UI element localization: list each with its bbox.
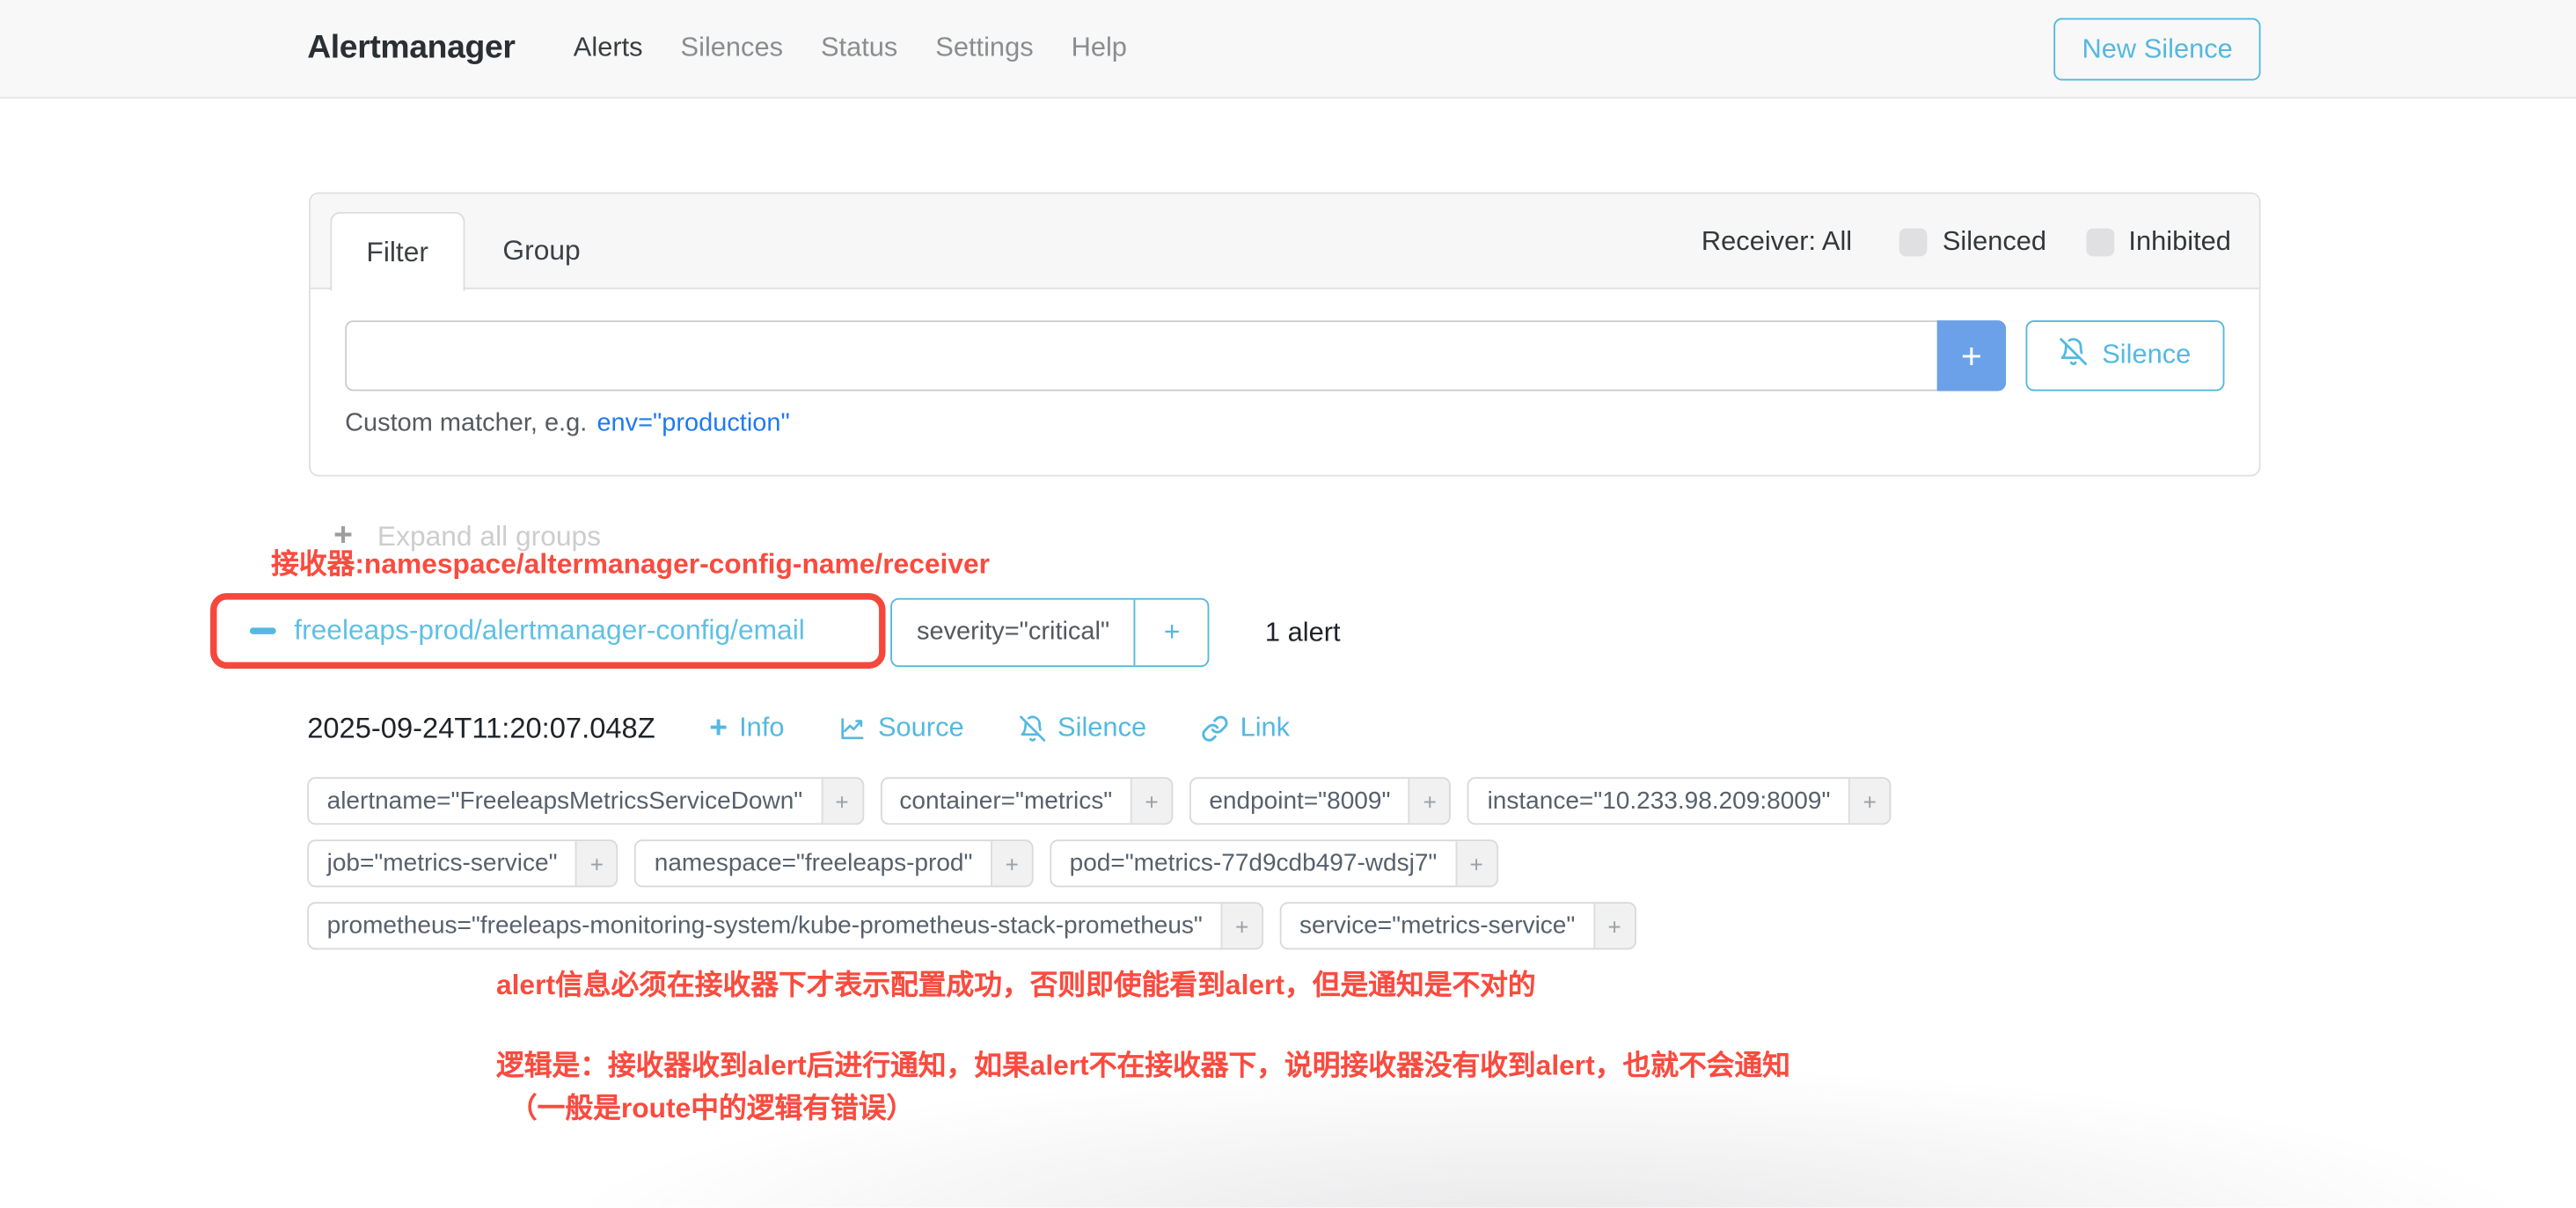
silenced-label[interactable]: Silenced — [1943, 226, 2046, 257]
receiver-group-highlight-box: freeleaps-prod/alertmanager-config/email — [210, 593, 886, 669]
annotation-logic-note: （一般是route中的逻辑有错误） — [496, 1087, 1790, 1131]
receiver-group-link[interactable]: freeleaps-prod/alertmanager-config/email — [294, 614, 805, 647]
nav-item-help[interactable]: Help — [1072, 33, 1127, 63]
chain-link-icon — [1201, 714, 1229, 743]
label-pill: service="metrics-service" + — [1280, 902, 1636, 949]
label-add-filter-button[interactable]: + — [1131, 779, 1172, 823]
filter-card-header: Filter Group Receiver: All Silenced Inhi… — [311, 194, 2259, 289]
new-silence-button[interactable]: New Silence — [2054, 18, 2261, 81]
alertmanager-page: Alertmanager Alerts Silences Status Sett… — [0, 0, 2576, 1184]
label-pill: namespace="freeleaps-prod" + — [634, 839, 1033, 887]
tab-group[interactable]: Group — [468, 212, 615, 291]
label-add-filter-button[interactable]: + — [1220, 904, 1262, 948]
label-pill: job="metrics-service" + — [307, 839, 618, 887]
alert-info-button[interactable]: + Info — [709, 713, 784, 743]
label-text: alertname="FreeleapsMetricsServiceDown" — [309, 779, 821, 823]
collapse-minus-icon[interactable] — [250, 627, 276, 633]
inhibited-checkbox[interactable] — [2086, 228, 2114, 256]
alert-silence-label: Silence — [1057, 713, 1146, 743]
label-add-filter-button[interactable]: + — [991, 841, 1032, 885]
nav-links: Alerts Silences Status Settings Help — [554, 33, 1145, 63]
nav-item-settings[interactable]: Settings — [935, 33, 1033, 63]
alert-generator-link[interactable]: Link — [1201, 713, 1290, 743]
label-add-filter-button[interactable]: + — [1593, 904, 1635, 948]
group-matcher-add-button[interactable]: + — [1134, 600, 1208, 666]
label-add-filter-button[interactable]: + — [1409, 779, 1450, 823]
label-pill: alertname="FreeleapsMetricsServiceDown" … — [307, 777, 863, 824]
group-matcher-label: severity="critical" — [892, 600, 1134, 666]
filter-card: Filter Group Receiver: All Silenced Inhi… — [309, 192, 2260, 476]
annotation-config-success: alert信息必须在接收器下才表示配置成功，否则即使能看到alert，但是通知是… — [496, 961, 1536, 1002]
matcher-input-group: + Silence — [345, 320, 2224, 391]
alert-info-label: Info — [739, 713, 784, 743]
label-row: job="metrics-service" + namespace="freel… — [307, 839, 2147, 887]
filter-card-body: + Silence Custom matcher, e.g. env="produ… — [311, 289, 2259, 439]
label-row: alertname="FreeleapsMetricsServiceDown" … — [307, 777, 2147, 824]
label-text: job="metrics-service" — [309, 841, 575, 885]
label-add-filter-button[interactable]: + — [1455, 841, 1497, 885]
alert-silence-button[interactable]: Silence — [1018, 713, 1146, 743]
label-row: prometheus="freeleaps-monitoring-system/… — [307, 902, 2147, 949]
label-pill: prometheus="freeleaps-monitoring-system/… — [307, 902, 1263, 949]
label-add-filter-button[interactable]: + — [575, 841, 617, 885]
bell-slash-icon — [1018, 714, 1046, 743]
bell-slash-icon — [2060, 337, 2089, 375]
hint-text: Custom matcher, e.g. — [345, 409, 587, 437]
alert-source-link[interactable]: Source — [838, 713, 963, 743]
matcher-hint: Custom matcher, e.g. env="production" — [345, 409, 2224, 439]
add-matcher-button[interactable]: + — [1937, 320, 2006, 391]
label-pill: instance="10.233.98.209:8009" + — [1467, 777, 1891, 824]
alert-source-label: Source — [878, 713, 964, 743]
silenced-checkbox[interactable] — [1899, 228, 1928, 256]
alert-labels: alertname="FreeleapsMetricsServiceDown" … — [307, 777, 2147, 964]
annotation-logic: 逻辑是：接收器收到alert后进行通知，如果alert不在接收器下，说明接收器没… — [496, 1045, 1790, 1131]
alert-count: 1 alert — [1265, 598, 1341, 667]
receiver-filter-label[interactable]: Receiver: All — [1701, 226, 1852, 257]
nav-item-status[interactable]: Status — [821, 33, 897, 63]
silence-button-label: Silence — [2102, 340, 2191, 371]
label-pill: container="metrics" + — [880, 777, 1173, 824]
label-add-filter-button[interactable]: + — [1848, 779, 1890, 823]
tab-filter[interactable]: Filter — [330, 212, 465, 291]
label-pill: endpoint="8009" + — [1189, 777, 1452, 824]
label-add-filter-button[interactable]: + — [821, 779, 862, 823]
app-brand[interactable]: Alertmanager — [307, 30, 515, 68]
label-text: endpoint="8009" — [1191, 779, 1409, 823]
filter-options: Receiver: All Silenced Inhibited — [1701, 194, 2231, 289]
nav-item-alerts[interactable]: Alerts — [574, 33, 643, 63]
hint-example-link[interactable]: env="production" — [596, 409, 789, 437]
annotation-receiver-format: 接收器:namespace/altermanager-config-name/r… — [271, 540, 990, 582]
label-text: pod="metrics-77d9cdb497-wdsj7" — [1051, 841, 1455, 885]
group-matcher-chip: severity="critical" + — [890, 598, 1210, 667]
label-text: namespace="freeleaps-prod" — [636, 841, 991, 885]
matcher-input[interactable] — [345, 320, 1937, 391]
alert-header-row: 2025-09-24T11:20:07.048Z + Info Source — [307, 712, 1290, 746]
label-text: service="metrics-service" — [1282, 904, 1593, 948]
inhibited-label[interactable]: Inhibited — [2128, 226, 2231, 257]
label-pill: pod="metrics-77d9cdb497-wdsj7" + — [1050, 839, 1497, 887]
nav-item-silences[interactable]: Silences — [681, 33, 783, 63]
label-text: container="metrics" — [882, 779, 1131, 823]
label-text: prometheus="freeleaps-monitoring-system/… — [309, 904, 1220, 948]
chart-line-icon — [838, 714, 867, 743]
alert-link-label: Link — [1240, 713, 1291, 743]
alert-start-time: 2025-09-24T11:20:07.048Z — [307, 712, 655, 746]
silence-from-filter-button[interactable]: Silence — [2026, 320, 2225, 391]
plus-icon: + — [709, 713, 728, 743]
annotation-logic-line: 逻辑是：接收器收到alert后进行通知，如果alert不在接收器下，说明接收器没… — [496, 1045, 1790, 1088]
label-text: instance="10.233.98.209:8009" — [1469, 779, 1848, 823]
navbar: Alertmanager Alerts Silences Status Sett… — [0, 0, 2576, 99]
